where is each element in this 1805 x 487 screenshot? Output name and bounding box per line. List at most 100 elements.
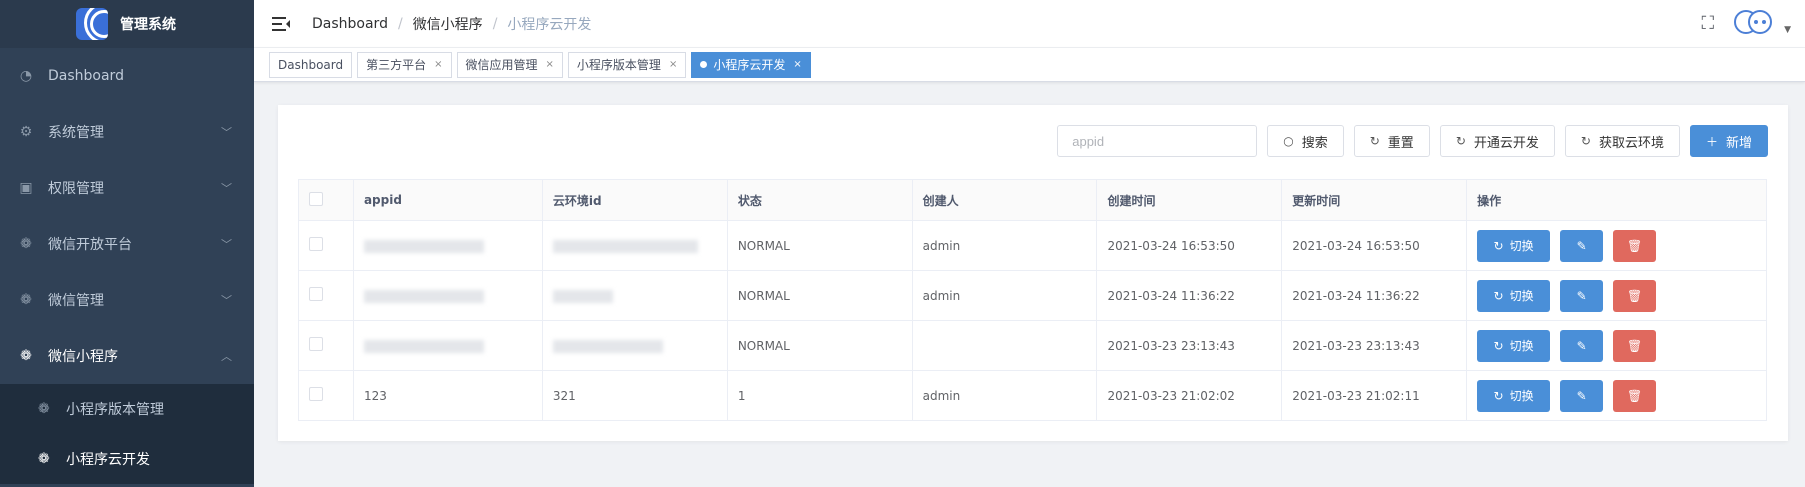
trash-icon: 🗑 (1626, 238, 1643, 253)
plus-icon: ＋ (1705, 134, 1718, 149)
pencil-icon: ✎ (1576, 238, 1587, 253)
sidebar-item-wechat-open[interactable]: ❁ 微信开放平台 ﹀ (0, 216, 254, 272)
delete-button[interactable]: 🗑 (1613, 379, 1657, 412)
redacted-value (552, 289, 613, 303)
switch-button-label: 切换 (1509, 339, 1534, 353)
edit-button[interactable]: ✎ (1560, 329, 1604, 362)
switch-button[interactable]: ↻ 切换 (1477, 229, 1551, 262)
created-time-cell: 2021-03-24 11:36:22 (1096, 270, 1283, 321)
status-cell: NORMAL (726, 270, 913, 321)
chevron-down-icon: ﹀ (221, 294, 232, 307)
breadcrumb-item-miniprogram[interactable]: 微信小程序 (413, 14, 483, 34)
tag-label: 小程序云开发 (713, 58, 786, 72)
sidebar-item-cloud-dev[interactable]: ❁ 小程序云开发 (0, 434, 254, 484)
active-dot-icon (700, 61, 708, 68)
edit-button[interactable]: ✎ (1560, 229, 1604, 262)
fetch-env-button-label: 获取云环境 (1598, 135, 1664, 151)
open-cloud-button[interactable]: ↻ 开通云开发 (1439, 125, 1555, 157)
edit-button[interactable]: ✎ (1560, 379, 1604, 412)
status-cell: NORMAL (726, 220, 913, 271)
sidebar-item-label: 微信管理 (48, 293, 104, 309)
switch-button[interactable]: ↻ 切换 (1477, 329, 1551, 362)
sidebar-item-wechat-manage[interactable]: ❁ 微信管理 ﹀ (0, 272, 254, 328)
trash-icon: 🗑 (1626, 388, 1643, 403)
delete-button[interactable]: 🗑 (1613, 329, 1657, 362)
tag-cloud-dev[interactable]: 小程序云开发 × (691, 51, 811, 78)
delete-button[interactable]: 🗑 (1613, 279, 1657, 312)
redacted-value (552, 339, 663, 353)
sidebar-item-dashboard[interactable]: ◔ Dashboard (0, 48, 254, 104)
tag-wechat-app[interactable]: 微信应用管理 × (456, 51, 563, 78)
tag-dashboard[interactable]: Dashboard (269, 51, 353, 78)
env-id-cell (541, 220, 728, 271)
sidebar-item-label: 权限管理 (48, 181, 104, 197)
select-all-cell (298, 179, 354, 221)
pencil-icon: ✎ (1576, 288, 1587, 303)
reset-button[interactable]: ↻ 重置 (1353, 125, 1430, 157)
breadcrumb-item-dashboard[interactable]: Dashboard (312, 16, 388, 32)
tag-label: Dashboard (278, 57, 344, 72)
table-row: NORMAL admin 2021-03-24 16:53:50 2021-03… (298, 220, 1767, 271)
avatar[interactable] (1734, 8, 1774, 38)
app-logo (76, 8, 108, 40)
chevron-up-icon: ︿ (221, 350, 232, 363)
row-checkbox[interactable] (309, 387, 323, 401)
wechat-icon: ❁ (20, 348, 32, 364)
close-icon[interactable]: × (793, 59, 801, 70)
caret-down-icon[interactable]: ▼ (1784, 25, 1791, 35)
switch-button[interactable]: ↻ 切换 (1477, 379, 1551, 412)
refresh-icon: ↻ (1493, 388, 1504, 403)
search-button[interactable]: ○ 搜索 (1267, 125, 1344, 157)
breadcrumb-separator: / (397, 15, 403, 32)
creator-cell: admin (911, 220, 1098, 271)
refresh-icon: ↻ (1369, 134, 1380, 148)
switch-button[interactable]: ↻ 切换 (1477, 279, 1551, 312)
sidebar-item-permission[interactable]: ▣ 权限管理 ﹀ (0, 160, 254, 216)
refresh-icon: ↻ (1493, 238, 1504, 253)
fetch-env-button[interactable]: ↻ 获取云环境 (1564, 125, 1680, 157)
sidebar-item-miniprogram[interactable]: ❁ 微信小程序 ︿ (0, 328, 254, 384)
switch-button-label: 切换 (1509, 389, 1534, 403)
redacted-value (363, 289, 484, 303)
pencil-icon: ✎ (1576, 388, 1587, 403)
table-row: NORMAL 2021-03-23 23:13:43 2021-03-23 23… (298, 320, 1767, 371)
trash-icon: 🗑 (1626, 338, 1643, 353)
close-icon[interactable]: × (669, 59, 677, 70)
row-checkbox[interactable] (309, 287, 323, 301)
tag-version-manage[interactable]: 小程序版本管理 × (567, 51, 687, 78)
sidebar: 管理系统 ◔ Dashboard ⚙ 系统管理 ﹀ ▣ 权限管理 ﹀ ❁ 微信开… (0, 0, 254, 487)
appid-cell (352, 320, 543, 371)
sidebar-item-label: 微信小程序 (48, 349, 118, 365)
breadcrumb-item-current: 小程序云开发 (507, 16, 592, 33)
wechat-icon: ❁ (38, 451, 50, 467)
creator-cell (911, 320, 1098, 371)
row-checkbox[interactable] (309, 237, 323, 251)
sidebar-item-version-manage[interactable]: ❁ 小程序版本管理 (0, 384, 254, 434)
sidebar-item-system[interactable]: ⚙ 系统管理 ﹀ (0, 104, 254, 160)
select-all-checkbox[interactable] (309, 191, 323, 206)
refresh-icon: ↻ (1493, 288, 1504, 303)
redacted-value (552, 239, 698, 253)
appid-cell (352, 220, 543, 271)
updated-time-cell: 2021-03-24 16:53:50 (1281, 220, 1468, 271)
submenu-miniprogram: ❁ 小程序版本管理 ❁ 小程序云开发 (0, 384, 254, 484)
close-icon[interactable]: × (434, 59, 442, 70)
refresh-icon: ↻ (1493, 338, 1504, 353)
add-button[interactable]: ＋ 新增 (1689, 125, 1768, 157)
created-time-cell: 2021-03-23 21:02:02 (1096, 370, 1283, 421)
search-input[interactable] (1057, 125, 1258, 157)
row-checkbox[interactable] (309, 337, 323, 351)
tag-label: 小程序版本管理 (576, 58, 661, 72)
env-id-cell: 321 (541, 370, 728, 421)
edit-button[interactable]: ✎ (1560, 279, 1604, 312)
hamburger-icon[interactable] (272, 16, 290, 31)
tag-third-party[interactable]: 第三方平台 × (357, 51, 452, 78)
creator-cell: admin (911, 270, 1098, 321)
content-card: ○ 搜索 ↻ 重置 ↻ 开通云开发 ↻ 获取云环境 ＋ 新增 appid 云环境 (278, 105, 1788, 441)
refresh-icon: ↻ (1580, 134, 1591, 148)
close-icon[interactable]: × (546, 59, 554, 70)
delete-button[interactable]: 🗑 (1613, 229, 1657, 262)
logo-bar: 管理系统 (0, 0, 254, 48)
sidebar-item-label: 小程序版本管理 (66, 402, 164, 418)
fullscreen-icon[interactable]: ⛶ (1701, 13, 1714, 34)
